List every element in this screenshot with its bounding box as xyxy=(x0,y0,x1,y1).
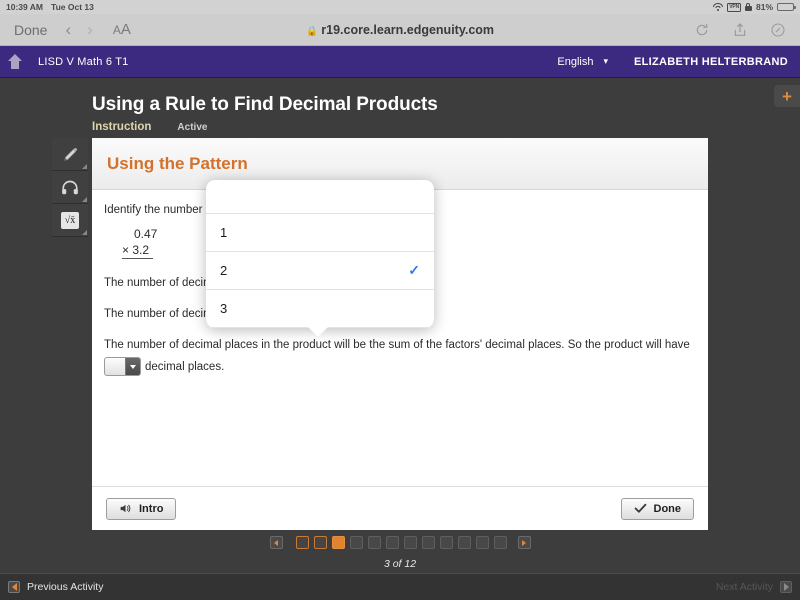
pencil-tool-button[interactable] xyxy=(52,138,88,171)
dropdown-option-3[interactable]: 3 xyxy=(206,290,434,328)
select-product-decimal-places-value xyxy=(105,358,125,375)
pagination-step-11[interactable] xyxy=(475,536,489,549)
plus-icon: + xyxy=(782,86,792,106)
compass-icon[interactable] xyxy=(770,22,786,38)
language-selector[interactable]: English xyxy=(557,56,593,68)
square-root-icon: √x̄ xyxy=(61,211,79,229)
select-dropdown-popover: 1 2 ✓ 3 xyxy=(206,180,434,337)
vpn-icon: VPN xyxy=(727,2,741,12)
battery-percent: 81% xyxy=(755,2,773,12)
lesson-tabs: Instruction Active xyxy=(92,121,207,133)
home-icon xyxy=(8,54,22,69)
course-name: LISD V Math 6 T1 xyxy=(38,55,129,68)
pencil-icon xyxy=(63,147,77,161)
pagination-step-2[interactable] xyxy=(313,536,327,549)
dropdown-option-3-label: 3 xyxy=(220,301,228,316)
next-activity-label: Next Activity xyxy=(715,581,773,593)
pagination-step-12[interactable] xyxy=(493,536,507,549)
chevron-down-icon[interactable] xyxy=(125,358,140,376)
ios-status-bar: 10:39 AM Tue Oct 13 VPN 81% xyxy=(0,0,800,14)
triangle-left-icon xyxy=(8,581,20,593)
home-button[interactable] xyxy=(0,54,30,69)
speaker-icon xyxy=(120,504,131,513)
dropdown-option-blank[interactable] xyxy=(206,180,434,214)
math-factor-2: × 3.2 xyxy=(122,242,154,260)
activity-nav-bar: Previous Activity Next Activity xyxy=(0,573,800,600)
audio-tool-button[interactable] xyxy=(52,171,88,204)
card-heading: Using the Pattern xyxy=(107,153,248,173)
app-header: LISD V Math 6 T1 English ▾ ELIZABETH HEL… xyxy=(0,46,800,78)
add-button[interactable]: + xyxy=(774,85,800,107)
share-icon[interactable] xyxy=(732,22,748,38)
headphones-icon xyxy=(62,180,78,194)
pagination-step-3[interactable] xyxy=(331,536,345,549)
triangle-right-icon xyxy=(780,581,792,593)
dropdown-option-2[interactable]: 2 ✓ xyxy=(206,252,434,290)
select-product-decimal-places[interactable] xyxy=(104,357,141,377)
dropdown-option-1[interactable]: 1 xyxy=(206,214,434,252)
battery-icon xyxy=(777,3,796,11)
pagination-next-button[interactable] xyxy=(517,536,531,549)
product-explanation-text: The number of decimal places in the prod… xyxy=(104,339,690,352)
status-date: Tue Oct 13 xyxy=(51,2,94,12)
safari-toolbar: Done ‹ › AA 🔒 r19.core.learn.edgenuity.c… xyxy=(0,14,800,46)
pagination-step-1[interactable] xyxy=(295,536,309,549)
reload-icon[interactable] xyxy=(694,22,710,38)
intro-button[interactable]: Intro xyxy=(106,497,177,520)
lock-icon: 🔒 xyxy=(305,25,318,37)
pagination-step-9[interactable] xyxy=(439,536,453,549)
pagination-step-4[interactable] xyxy=(349,536,363,549)
done-button-label: Done xyxy=(653,502,682,515)
product-explanation-suffix: decimal places. xyxy=(145,360,225,373)
dropdown-option-1-label: 1 xyxy=(220,225,228,240)
screen-root: 10:39 AM Tue Oct 13 VPN 81% Done ‹ › AA … xyxy=(0,0,800,600)
progress-label: 3 of 12 xyxy=(383,558,417,570)
math-tool-button[interactable]: √x̄ xyxy=(52,204,88,237)
tab-active[interactable]: Active xyxy=(177,122,207,133)
text-size-icon[interactable]: AA xyxy=(113,21,131,38)
pagination-step-8[interactable] xyxy=(421,536,435,549)
back-icon[interactable]: ‹ xyxy=(65,21,71,38)
tool-rail: √x̄ xyxy=(52,138,88,237)
pagination-step-5[interactable] xyxy=(367,536,381,549)
pagination-step-10[interactable] xyxy=(457,536,471,549)
card-footer: Intro Done xyxy=(92,486,708,530)
chevron-down-icon[interactable]: ▾ xyxy=(603,56,608,67)
popover-pointer xyxy=(308,327,328,337)
dropdown-option-2-label: 2 xyxy=(220,263,228,278)
pagination-step-6[interactable] xyxy=(385,536,399,549)
url-text: r19.core.learn.edgenuity.com xyxy=(321,22,495,37)
tab-instruction[interactable]: Instruction xyxy=(92,121,151,133)
wifi-icon xyxy=(713,3,724,11)
page-title: Using a Rule to Find Decimal Products xyxy=(92,94,438,115)
previous-activity-label: Previous Activity xyxy=(27,581,104,593)
check-icon xyxy=(634,503,646,513)
rotation-lock-icon xyxy=(744,3,752,11)
pagination xyxy=(0,536,800,549)
checkmark-icon: ✓ xyxy=(408,262,420,278)
pagination-prev-button[interactable] xyxy=(269,536,283,549)
product-explanation: The number of decimal places in the prod… xyxy=(104,335,696,378)
done-button[interactable]: Done xyxy=(620,497,694,520)
user-name[interactable]: ELIZABETH HELTERBRAND xyxy=(634,56,788,68)
intro-button-label: Intro xyxy=(139,502,164,515)
next-activity-button[interactable]: Next Activity xyxy=(716,581,792,593)
pagination-step-7[interactable] xyxy=(403,536,417,549)
previous-activity-button[interactable]: Previous Activity xyxy=(8,581,103,593)
status-time: 10:39 AM xyxy=(6,2,44,12)
forward-icon[interactable]: › xyxy=(87,21,93,38)
safari-done-button[interactable]: Done xyxy=(14,22,47,38)
